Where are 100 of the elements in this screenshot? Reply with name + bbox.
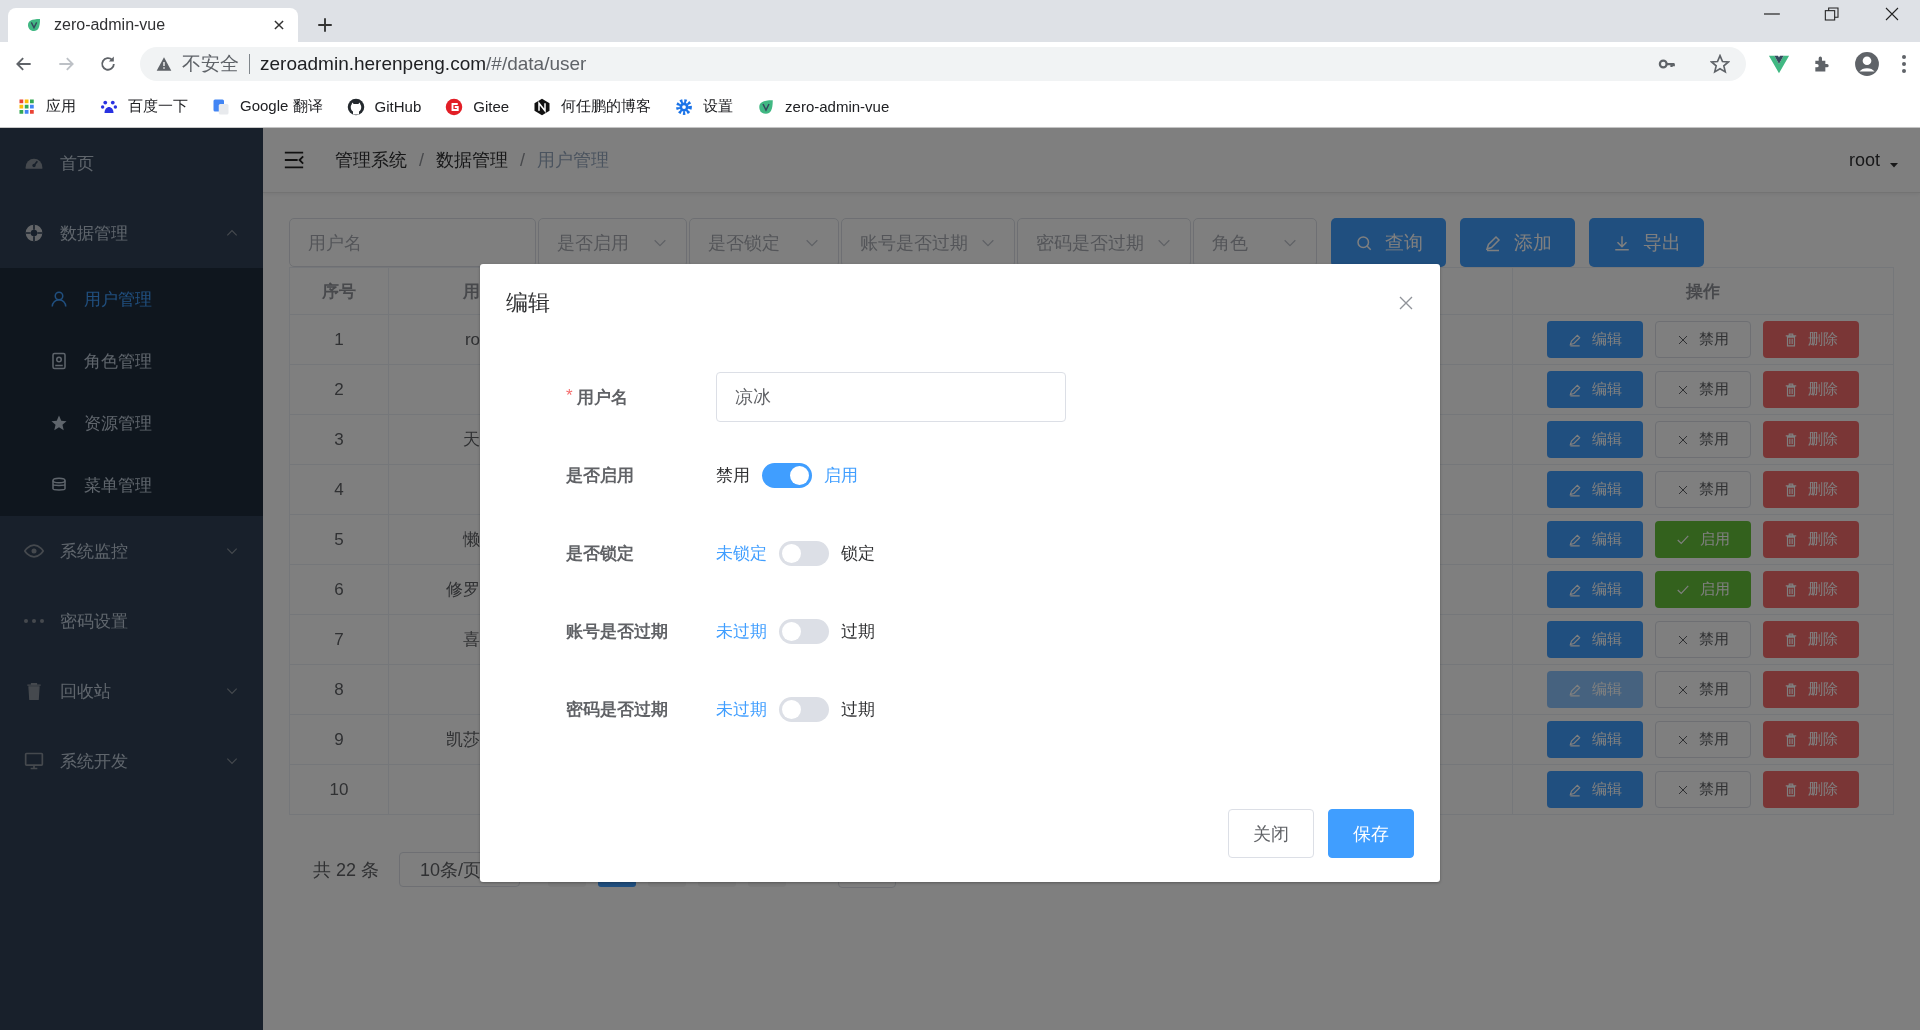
switch-label[interactable]: 未过期	[716, 619, 767, 643]
delete-button[interactable]: 删除	[1763, 571, 1859, 608]
pencil-icon	[1568, 382, 1582, 397]
toggle-switch[interactable]	[779, 618, 829, 644]
switch-label[interactable]: 禁用	[716, 463, 750, 487]
enable-button[interactable]: 启用	[1655, 571, 1751, 608]
switch-label[interactable]: 启用	[824, 463, 858, 487]
edit-button[interactable]: 编辑	[1547, 771, 1643, 808]
browser-tab[interactable]: zero-admin-vue	[8, 8, 298, 42]
apps-icon	[18, 97, 36, 116]
security-label: 不安全	[182, 54, 250, 74]
search-button[interactable]: 查询	[1331, 218, 1446, 267]
sidebar-item[interactable]: 数据管理	[0, 198, 263, 268]
bookmark[interactable]: zero-admin-vue	[757, 97, 890, 116]
pencil-icon	[1568, 482, 1582, 497]
sidebar-item[interactable]: 系统开发	[0, 726, 263, 796]
hexagon-icon	[533, 97, 552, 116]
bookmark[interactable]: Gitee	[445, 97, 510, 116]
trash-icon	[24, 681, 44, 701]
sidebar-subitem[interactable]: 角色管理	[0, 330, 263, 392]
breadcrumb-item[interactable]: 数据管理	[436, 148, 508, 172]
disable-button[interactable]: 禁用	[1655, 371, 1751, 408]
trash-icon	[1784, 482, 1798, 497]
edit-button[interactable]: 编辑	[1547, 421, 1643, 458]
disable-button[interactable]: 禁用	[1655, 721, 1751, 758]
close-icon	[1677, 633, 1689, 646]
delete-button[interactable]: 删除	[1763, 721, 1859, 758]
delete-button[interactable]: 删除	[1763, 771, 1859, 808]
trash-icon	[1784, 682, 1798, 697]
delete-button[interactable]: 删除	[1763, 521, 1859, 558]
minimize-icon	[1764, 13, 1780, 15]
switch-label[interactable]: 过期	[841, 619, 875, 643]
menu-icon	[283, 149, 305, 171]
switch-label[interactable]: 锁定	[841, 541, 875, 565]
breadcrumb-item[interactable]: 管理系统	[335, 148, 407, 172]
edit-button[interactable]: 编辑	[1547, 721, 1643, 758]
dots-icon	[24, 619, 44, 623]
disc-icon	[24, 223, 44, 243]
disable-button[interactable]: 禁用	[1655, 321, 1751, 358]
edit-button[interactable]: 编辑	[1547, 471, 1643, 508]
disable-button[interactable]: 禁用	[1655, 671, 1751, 708]
sidebar-item[interactable]: 系统监控	[0, 516, 263, 586]
warning-icon	[156, 56, 172, 72]
switch-label[interactable]: 未锁定	[716, 541, 767, 565]
bookmark[interactable]: 设置	[675, 97, 734, 116]
breadcrumb-separator: /	[419, 149, 424, 171]
address-bar[interactable]: 不安全 zeroadmin.herenpeng.com/#/data/user	[140, 47, 1746, 81]
enable-button[interactable]: 启用	[1655, 521, 1751, 558]
toggle-switch[interactable]	[779, 696, 829, 722]
table-cell: 9	[334, 729, 344, 749]
trash-icon	[1784, 382, 1798, 397]
close-icon	[1677, 383, 1689, 396]
table-cell: 8	[334, 679, 344, 699]
avatar-icon	[1854, 51, 1880, 77]
bookmark[interactable]: GitHub	[346, 97, 422, 116]
g-logo-icon	[445, 97, 464, 116]
username-field[interactable]: 凉冰	[716, 372, 1066, 422]
disable-button[interactable]: 禁用	[1655, 621, 1751, 658]
sidebar-item[interactable]: 密码设置	[0, 586, 263, 656]
add-button[interactable]: 添加	[1460, 218, 1575, 267]
sidebar-subitem[interactable]: 菜单管理	[0, 454, 263, 516]
edit-button[interactable]: 编辑	[1547, 571, 1643, 608]
sidebar-item[interactable]: 首页	[0, 128, 263, 198]
sidebar-subitem[interactable]: 用户管理	[0, 268, 263, 330]
switch-label[interactable]: 过期	[841, 697, 875, 721]
delete-button[interactable]: 删除	[1763, 671, 1859, 708]
edit-button[interactable]: 编辑	[1547, 621, 1643, 658]
export-button[interactable]: 导出	[1589, 218, 1704, 267]
disable-button[interactable]: 禁用	[1655, 771, 1751, 808]
pencil-icon	[1568, 782, 1582, 797]
delete-button[interactable]: 删除	[1763, 321, 1859, 358]
delete-button[interactable]: 删除	[1763, 371, 1859, 408]
user-name[interactable]: root	[1848, 149, 1880, 171]
delete-button[interactable]: 删除	[1763, 471, 1859, 508]
bookmark[interactable]: 百度一下	[100, 97, 188, 116]
delete-button[interactable]: 删除	[1763, 421, 1859, 458]
delete-button[interactable]: 删除	[1763, 621, 1859, 658]
bookmark[interactable]: Google 翻译	[212, 97, 323, 116]
sidebar-subitem[interactable]: 资源管理	[0, 392, 263, 454]
edit-button[interactable]: 编辑	[1547, 321, 1643, 358]
toggle-switch[interactable]	[779, 540, 829, 566]
bookmark[interactable]: 应用	[18, 97, 76, 116]
close-button[interactable]	[1398, 295, 1414, 311]
close-icon	[1677, 433, 1689, 446]
disable-button[interactable]: 禁用	[1655, 471, 1751, 508]
download-icon	[1612, 233, 1631, 252]
disable-button[interactable]: 禁用	[1655, 421, 1751, 458]
edit-button[interactable]: 编辑	[1547, 521, 1643, 558]
save-button[interactable]: 保存	[1328, 809, 1414, 858]
table-cell: 5	[334, 529, 344, 549]
bookmark[interactable]: 何任鹏的博客	[533, 97, 652, 116]
switch-label[interactable]: 未过期	[716, 697, 767, 721]
sidebar-item[interactable]: 回收站	[0, 656, 263, 726]
v-logo-icon	[1768, 53, 1790, 75]
toggle-switch[interactable]	[762, 462, 812, 488]
translate-icon	[212, 97, 230, 116]
close-button[interactable]: 关闭	[1228, 809, 1314, 858]
breadcrumb-separator: /	[520, 149, 526, 171]
eye-icon	[24, 541, 44, 561]
edit-button[interactable]: 编辑	[1547, 371, 1643, 408]
